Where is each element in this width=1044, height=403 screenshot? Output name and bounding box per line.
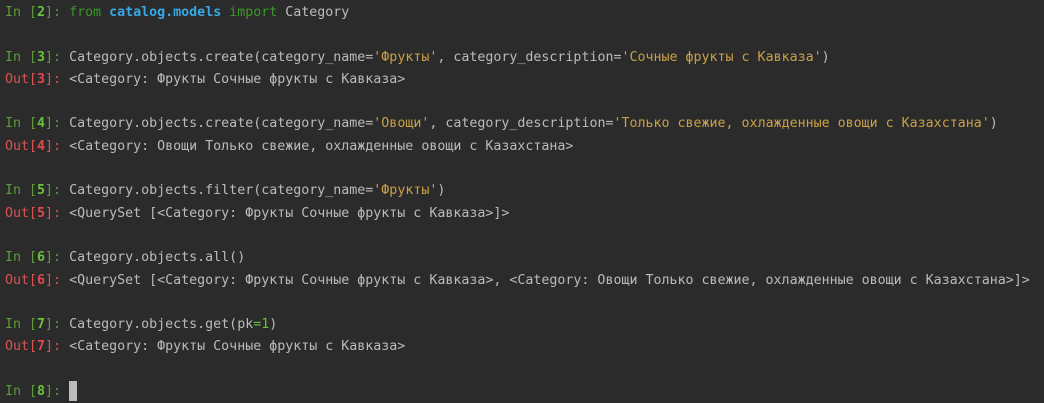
code-token: 'Фрукты': [373, 183, 438, 199]
ipython-console[interactable]: In [2]: from catalog.models import Categ…: [0, 0, 1044, 403]
code-token: 'Овощи': [373, 116, 430, 132]
code-token: , category_description=: [429, 116, 614, 132]
output-line: Out[7]: <Category: Фрукты Сочные фрукты …: [5, 336, 1044, 358]
input-line: In [3]: Category.objects.create(category…: [5, 47, 1044, 69]
out-prompt: Out[4]:: [5, 138, 70, 154]
prompt-number: 7: [37, 339, 46, 355]
in-prompt: In [8]:: [5, 384, 70, 400]
code-token: ): [821, 49, 830, 65]
input-line: In [6]: Category.objects.all(): [5, 247, 1044, 269]
input-line: In [7]: Category.objects.get(pk=1): [5, 314, 1044, 336]
output-line: Out[3]: <Category: Фрукты Сочные фрукты …: [5, 69, 1044, 91]
code-token: 'Только свежие, охлажденные овощи с Каза…: [613, 116, 990, 132]
input-code[interactable]: from catalog.models import Category: [69, 5, 349, 20]
code-token: from: [69, 5, 102, 20]
prompt-number: 6: [37, 250, 46, 266]
code-token: Category.objects.create(category_name=: [69, 116, 374, 132]
in-prompt: In [4]:: [5, 116, 70, 132]
code-token: , category_description=: [437, 49, 622, 65]
prompt-number: 5: [37, 205, 46, 221]
prompt-number: 6: [37, 272, 46, 288]
code-token: Category: [277, 5, 350, 20]
code-token: Category.objects.create(category_name=: [69, 49, 374, 65]
code-token: ): [437, 183, 446, 199]
code-token: import: [229, 5, 278, 20]
code-token: Category.objects.get(pk: [69, 317, 254, 333]
input-code[interactable]: Category.objects.get(pk=1): [69, 317, 277, 332]
in-prompt: In [2]:: [5, 5, 70, 20]
code-token: ): [989, 116, 998, 132]
out-prompt: Out[6]:: [5, 272, 70, 288]
prompt-number: 2: [37, 5, 46, 20]
prompt-number: 5: [37, 183, 46, 199]
output-line: Out[5]: <QuerySet [<Category: Фрукты Соч…: [5, 203, 1044, 225]
prompt-number: 3: [37, 71, 46, 87]
text-cursor[interactable]: [69, 381, 78, 402]
output-text: <QuerySet [<Category: Фрукты Сочные фрук…: [69, 205, 510, 221]
code-token: ): [269, 317, 278, 333]
code-token: catalog.models: [109, 5, 222, 20]
prompt-number: 4: [37, 116, 46, 132]
code-token: 'Сочные фрукты с Кавказа': [621, 49, 822, 65]
code-token: Category.objects.filter(category_name=: [69, 183, 374, 199]
input-line: In [8]:: [5, 381, 1044, 403]
input-code[interactable]: Category.objects.create(category_name='Ф…: [69, 50, 830, 65]
output-text: <Category: Овощи Только свежие, охлажден…: [69, 138, 574, 154]
output-text: <QuerySet [<Category: Фрукты Сочные фрук…: [69, 272, 1030, 288]
prompt-number: 4: [37, 138, 46, 154]
prompt-number: 8: [37, 384, 46, 400]
input-line: In [5]: Category.objects.filter(category…: [5, 180, 1044, 202]
in-prompt: In [3]:: [5, 49, 70, 65]
input-code[interactable]: Category.objects.filter(category_name='Ф…: [69, 183, 445, 198]
code-token: Category.objects.all(): [69, 250, 246, 266]
out-prompt: Out[3]:: [5, 71, 70, 87]
input-code[interactable]: Category.objects.all(): [69, 250, 245, 265]
input-code[interactable]: Category.objects.create(category_name='О…: [69, 116, 998, 131]
input-line: In [4]: Category.objects.create(category…: [5, 113, 1044, 135]
output-text: <Category: Фрукты Сочные фрукты с Кавказ…: [69, 71, 406, 87]
prompt-number: 7: [37, 317, 46, 333]
out-prompt: Out[7]:: [5, 339, 70, 355]
input-line: In [2]: from catalog.models import Categ…: [5, 2, 1044, 24]
prompt-number: 3: [37, 49, 46, 65]
code-token: 'Фрукты': [373, 49, 438, 65]
output-text: <Category: Фрукты Сочные фрукты с Кавказ…: [69, 339, 406, 355]
in-prompt: In [7]:: [5, 317, 70, 333]
in-prompt: In [6]:: [5, 250, 70, 266]
output-line: Out[6]: <QuerySet [<Category: Фрукты Соч…: [5, 270, 1044, 292]
out-prompt: Out[5]:: [5, 205, 70, 221]
in-prompt: In [5]:: [5, 183, 70, 199]
output-line: Out[4]: <Category: Овощи Только свежие, …: [5, 136, 1044, 158]
